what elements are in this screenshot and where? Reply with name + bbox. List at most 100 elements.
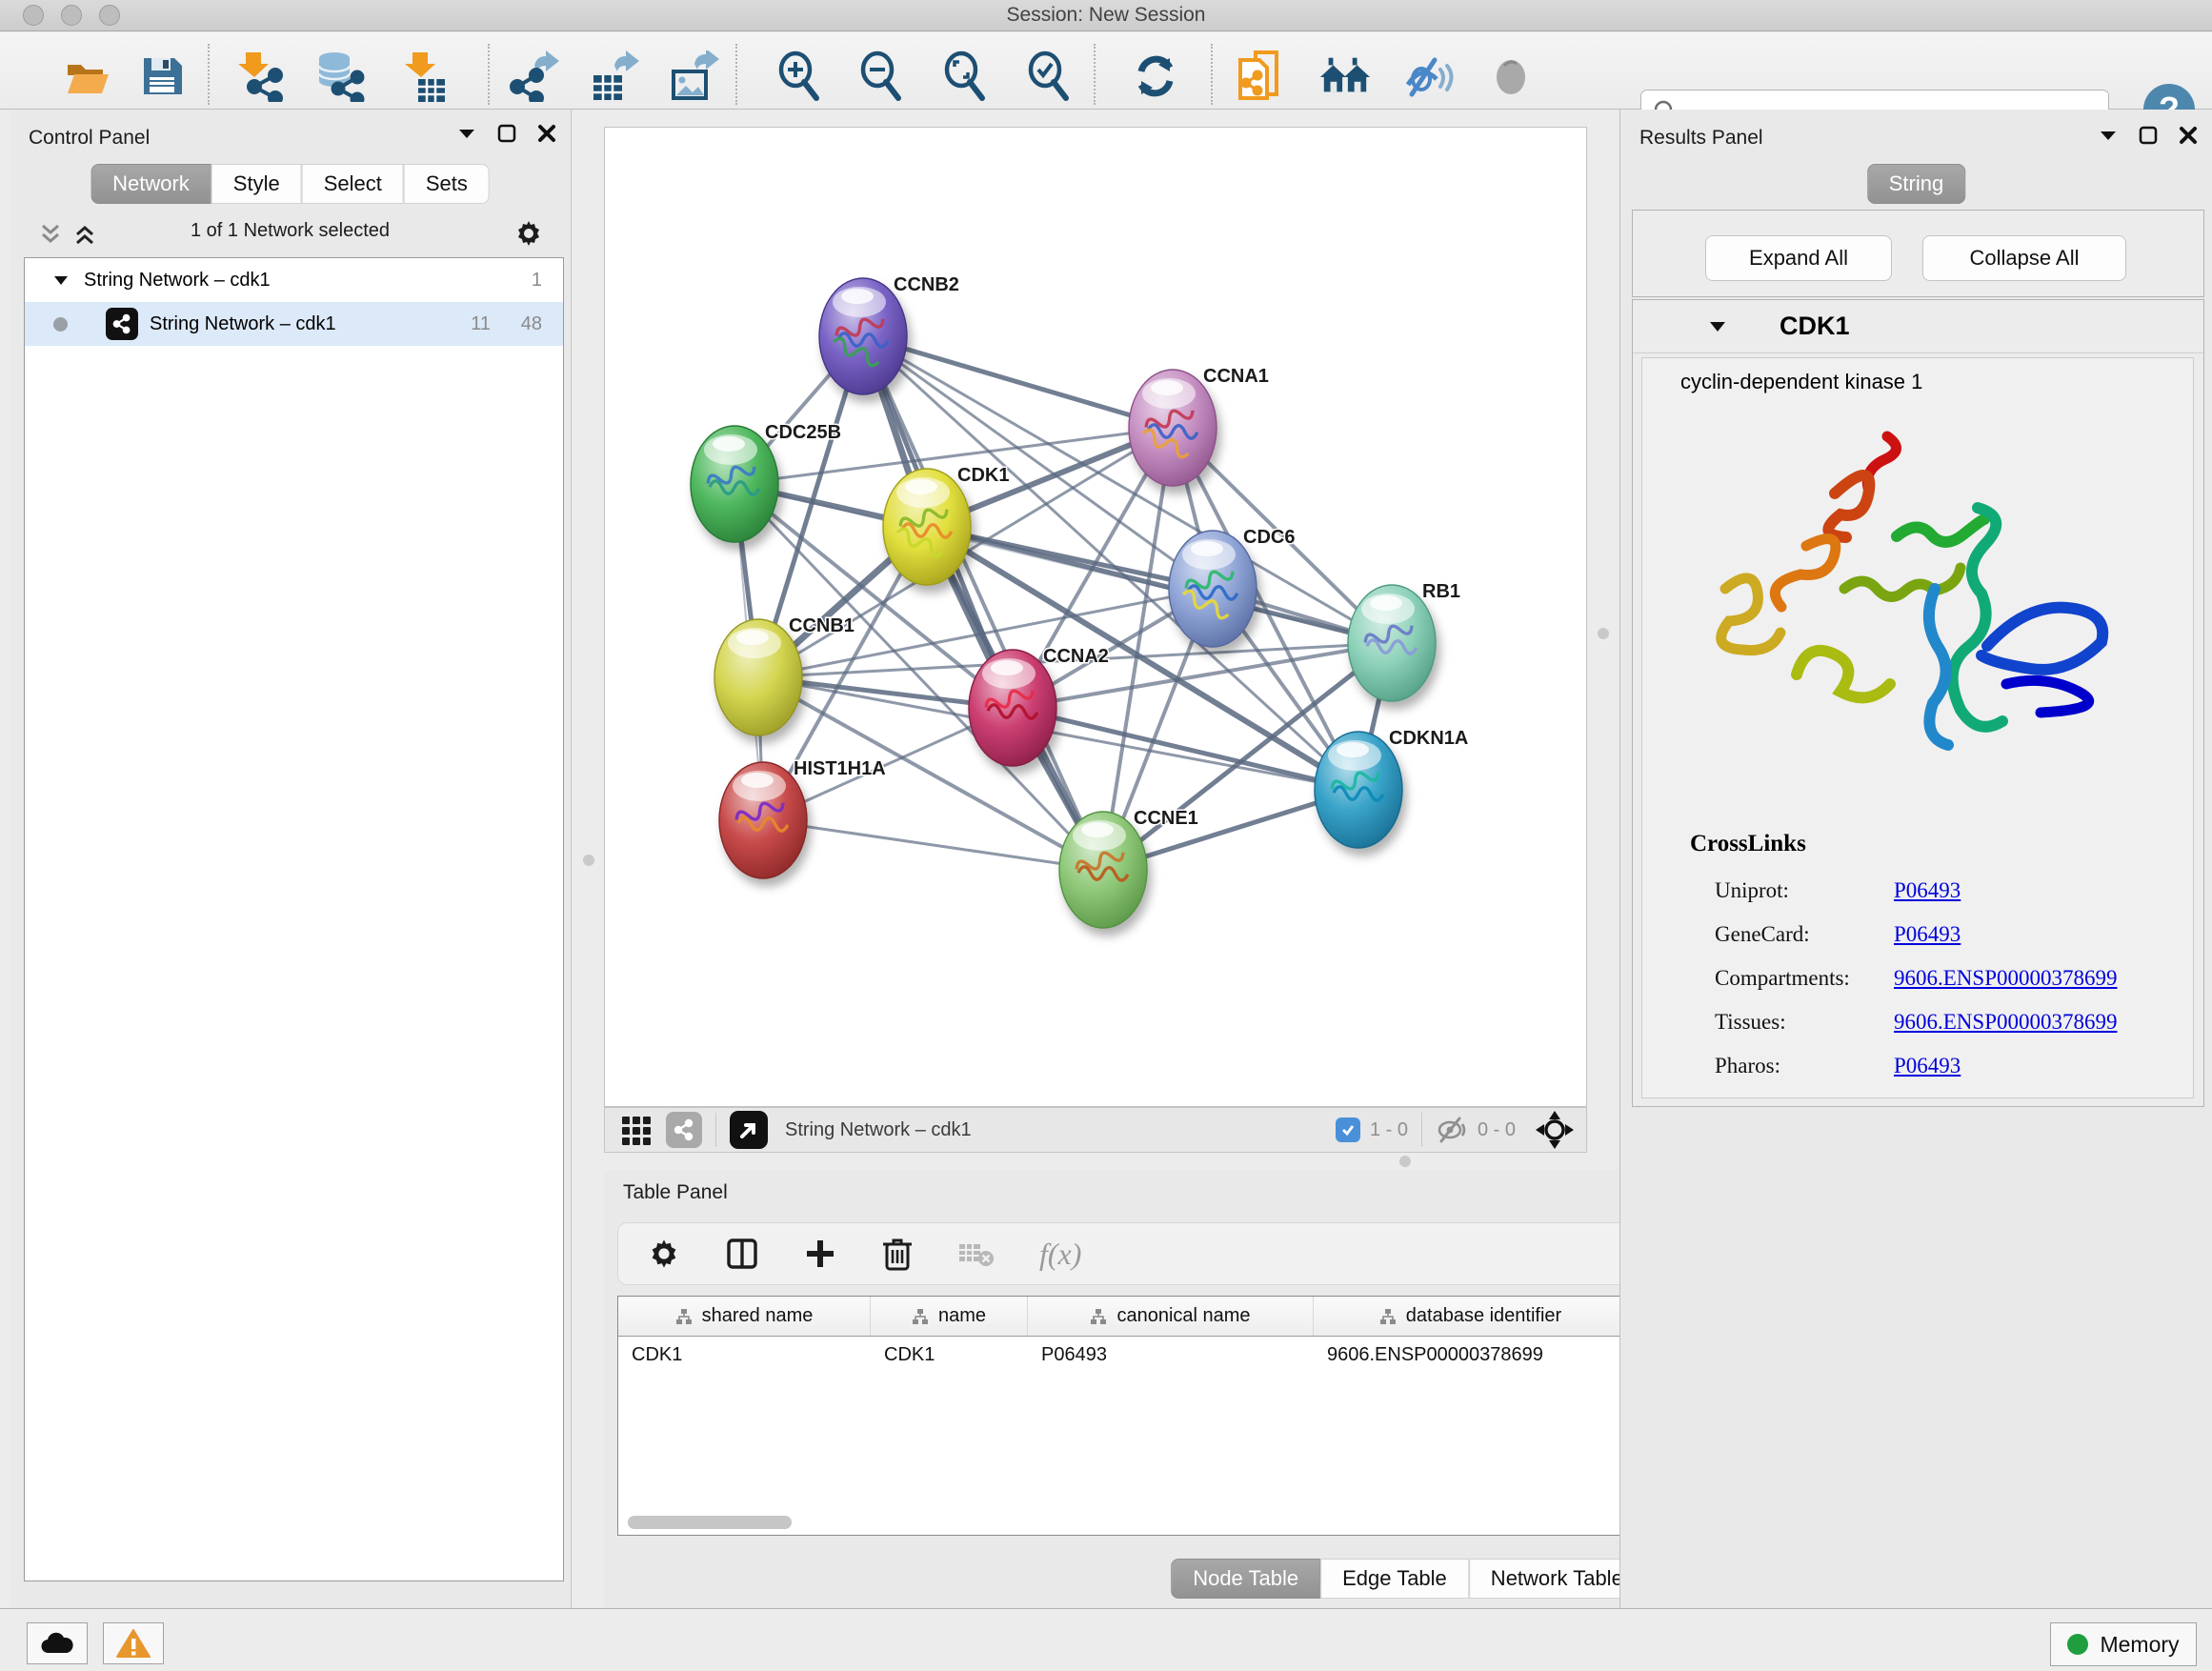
memory-button[interactable]: Memory xyxy=(2050,1622,2197,1666)
float-panel-icon[interactable] xyxy=(2098,125,2119,146)
import-table-file-button[interactable] xyxy=(396,50,450,103)
crosslink-link[interactable]: P06493 xyxy=(1894,922,1961,947)
network-canvas[interactable]: CCNB2CCNA1CDC25BCDK1CDC6RB1CCNB1CCNA2CDK… xyxy=(604,127,1587,1107)
import-network-database-icon xyxy=(313,50,365,102)
clone-network-button[interactable] xyxy=(1234,50,1287,103)
edge-CCNB2-CCNA1[interactable] xyxy=(863,336,1173,428)
export-table-button[interactable] xyxy=(587,50,640,103)
network-graph[interactable]: CCNB2CCNA1CDC25BCDK1CDC6RB1CCNB1CCNA2CDK… xyxy=(605,128,1586,1106)
column-header-database-identifier[interactable]: database identifier xyxy=(1314,1297,1628,1336)
expand-all-button[interactable]: Expand All xyxy=(1705,235,1892,281)
node-label-CDC6: CDC6 xyxy=(1243,527,1295,548)
network-selection-status: 1 of 1 Network selected xyxy=(10,220,571,242)
open-session-button[interactable] xyxy=(61,50,114,103)
network-type-icon[interactable] xyxy=(666,1112,702,1148)
column-header-label: shared name xyxy=(702,1305,814,1327)
crosslink-link[interactable]: 9606.ENSP00000378699 xyxy=(1894,1010,2118,1035)
hidden-elements-icon[interactable] xyxy=(1436,1116,1468,1144)
edge-HIST1H1A-CCNE1[interactable] xyxy=(763,820,1103,870)
toolbar-separator xyxy=(715,1113,716,1147)
show-columns-icon[interactable] xyxy=(725,1237,759,1271)
crosslink-link[interactable]: P06493 xyxy=(1894,1054,1961,1078)
zoom-selected-button[interactable] xyxy=(1023,50,1076,103)
left-splitter-handle[interactable] xyxy=(583,855,594,866)
edge-CCNB2-CCNE1[interactable] xyxy=(863,336,1103,870)
export-image-button[interactable] xyxy=(667,50,720,103)
clone-network-icon xyxy=(1235,50,1286,102)
selected-nodes-checkbox[interactable] xyxy=(1336,1117,1360,1142)
tab-edge-table[interactable]: Edge Table xyxy=(1320,1559,1469,1599)
delete-table-icon xyxy=(957,1239,995,1268)
node-CCNB2[interactable] xyxy=(819,278,907,394)
node-CCNA1[interactable] xyxy=(1129,370,1217,486)
hidden-node-edge-counts: 0 - 0 xyxy=(1478,1119,1516,1141)
network-options-gear-icon[interactable] xyxy=(513,218,544,249)
crosslink-label: Uniprot: xyxy=(1715,878,1894,903)
table-cell: 9606.ENSP00000378699 xyxy=(1314,1337,1628,1377)
create-column-plus-icon[interactable] xyxy=(803,1237,837,1271)
column-header-canonical-name[interactable]: canonical name xyxy=(1028,1297,1314,1336)
float-panel-icon[interactable] xyxy=(456,123,477,144)
current-network-name: String Network – cdk1 xyxy=(785,1119,972,1141)
tab-node-table[interactable]: Node Table xyxy=(1171,1559,1320,1599)
table-options-gear-icon[interactable] xyxy=(647,1237,681,1271)
collapse-all-button[interactable]: Collapse All xyxy=(1922,235,2126,281)
node-CCNA2[interactable] xyxy=(969,650,1056,766)
right-splitter-handle[interactable] xyxy=(1598,628,1609,639)
hide-selected-icon xyxy=(1402,52,1454,100)
first-neighbors-button[interactable] xyxy=(1318,50,1372,103)
cloud-services-button[interactable] xyxy=(27,1622,88,1664)
open-in-new-window-icon[interactable] xyxy=(730,1111,768,1149)
column-header-shared-name[interactable]: shared name xyxy=(618,1297,871,1336)
import-network-database-button[interactable] xyxy=(312,50,366,103)
tab-sets[interactable]: Sets xyxy=(404,164,490,204)
fit-center-crosshair-icon[interactable] xyxy=(1535,1110,1575,1150)
window-titlebar: Session: New Session xyxy=(0,0,2212,31)
tab-network[interactable]: Network xyxy=(90,164,211,204)
network-list: String Network – cdk1 1 String Network –… xyxy=(24,257,564,1581)
results-tab-string[interactable]: String xyxy=(1867,164,1965,204)
node-CDKN1A[interactable] xyxy=(1315,732,1402,848)
column-header-name[interactable]: name xyxy=(871,1297,1028,1336)
warnings-button[interactable] xyxy=(103,1622,164,1664)
crosslink-link[interactable]: 9606.ENSP00000378699 xyxy=(1894,966,2118,991)
apply-preferred-layout-button[interactable] xyxy=(1129,50,1182,103)
node-HIST1H1A[interactable] xyxy=(719,762,807,878)
node-label-CCNB2: CCNB2 xyxy=(894,274,959,295)
close-panel-icon[interactable] xyxy=(536,123,557,144)
toolbar-separator xyxy=(488,44,490,105)
crosslink-label: Pharos: xyxy=(1715,1054,1894,1078)
protein-section-header[interactable]: CDK1 xyxy=(1633,300,2203,353)
close-panel-icon[interactable] xyxy=(2178,125,2199,146)
horizontal-scrollbar-thumb[interactable] xyxy=(628,1516,792,1529)
crosslink-link[interactable]: P06493 xyxy=(1894,878,1961,903)
import-network-file-button[interactable] xyxy=(232,50,286,103)
delete-column-trash-icon[interactable] xyxy=(881,1236,914,1272)
node-CCNE1[interactable] xyxy=(1059,812,1147,928)
section-collapse-icon[interactable] xyxy=(1709,318,1726,335)
node-CCNB1[interactable] xyxy=(714,619,802,735)
zoom-in-button[interactable] xyxy=(774,50,827,103)
export-network-button[interactable] xyxy=(507,50,560,103)
maximize-panel-icon[interactable] xyxy=(496,123,517,144)
node-RB1[interactable] xyxy=(1348,585,1436,701)
save-session-button[interactable] xyxy=(135,50,189,103)
memory-status-dot xyxy=(2067,1634,2088,1655)
hide-selected-button[interactable] xyxy=(1401,50,1455,103)
tab-select[interactable]: Select xyxy=(302,164,404,204)
show-all-button[interactable] xyxy=(1484,50,1538,103)
tab-style[interactable]: Style xyxy=(211,164,302,204)
edge-CDK1-RB1[interactable] xyxy=(927,527,1392,643)
node-CDK1[interactable] xyxy=(883,469,971,585)
collection-expand-icon[interactable] xyxy=(53,272,69,288)
birdseye-view-icon[interactable] xyxy=(620,1114,653,1146)
node-CDC25B[interactable] xyxy=(691,426,778,542)
network-collection-row[interactable]: String Network – cdk1 1 xyxy=(25,258,563,302)
zoom-out-button[interactable] xyxy=(855,50,909,103)
node-CDC6[interactable] xyxy=(1169,531,1257,647)
column-type-icon xyxy=(1090,1308,1107,1325)
bottom-splitter-handle[interactable] xyxy=(1399,1156,1411,1167)
zoom-fit-button[interactable] xyxy=(939,50,993,103)
network-row[interactable]: String Network – cdk1 11 48 xyxy=(25,302,563,346)
maximize-panel-icon[interactable] xyxy=(2138,125,2159,146)
